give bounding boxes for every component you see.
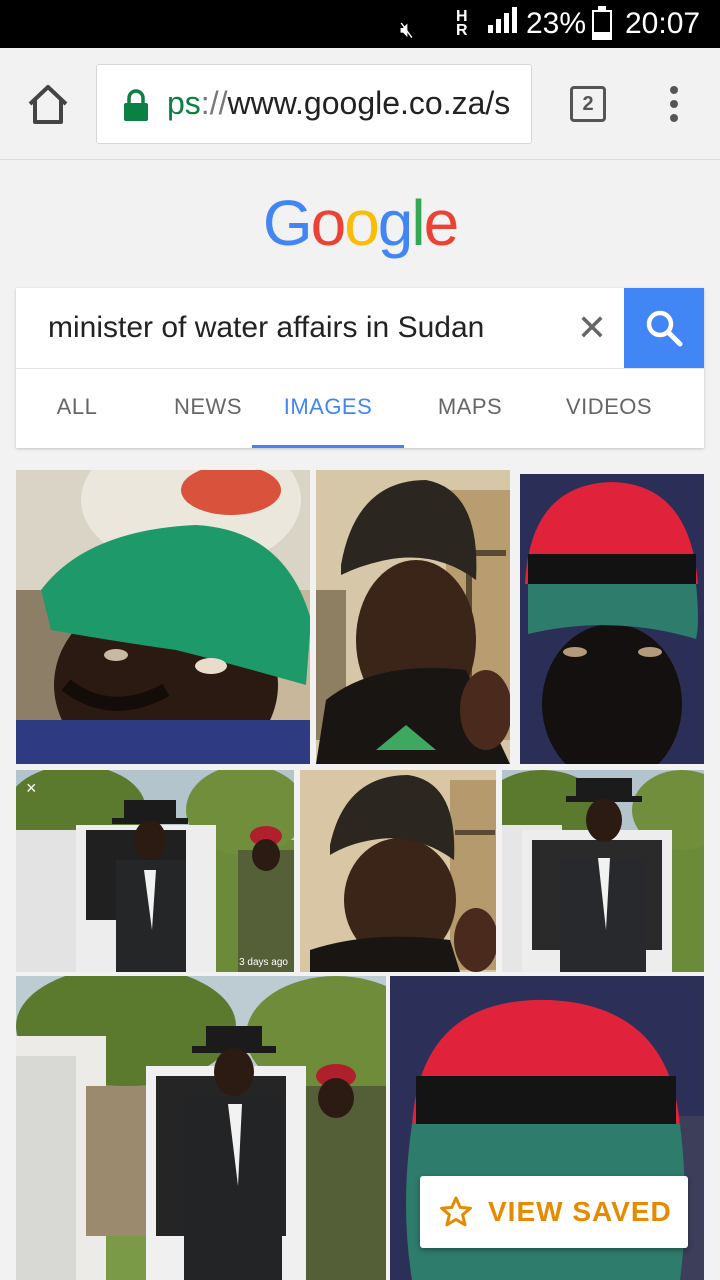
tab-videos[interactable]: VIDEOS: [552, 368, 666, 448]
search-input[interactable]: minister of water affairs in Sudan: [48, 308, 568, 348]
view-saved-button[interactable]: VIEW SAVED: [420, 1176, 688, 1248]
image-result[interactable]: [316, 470, 510, 764]
tab-switcher-button[interactable]: 2: [570, 86, 606, 122]
status-bar: 🔇︎ H R 23% 20:07: [0, 0, 720, 48]
logo-letter: o: [310, 187, 347, 259]
logo-letter: e: [423, 187, 460, 259]
logo-letter: g: [377, 187, 414, 259]
search-card: minister of water affairs in Sudan ✕ ALL…: [16, 288, 704, 448]
tab-maps[interactable]: MAPS: [416, 368, 524, 448]
url-host: www.google.co.za/s: [227, 85, 511, 121]
logo-letter: o: [344, 187, 380, 259]
lock-icon: [123, 89, 149, 121]
search-icon: [646, 310, 683, 347]
clear-search-icon[interactable]: ✕: [572, 310, 612, 346]
image-result[interactable]: [502, 770, 704, 972]
address-bar[interactable]: ps://www.google.co.za/s: [96, 64, 532, 144]
google-logo[interactable]: Google: [0, 186, 720, 260]
date-label: 3 days ago: [239, 957, 288, 968]
battery-icon: [592, 6, 612, 40]
search-button[interactable]: [624, 288, 704, 368]
view-saved-label: VIEW SAVED: [488, 1196, 672, 1227]
image-result[interactable]: [16, 470, 310, 764]
tab-all[interactable]: ALL: [24, 368, 130, 448]
overflow-menu-icon[interactable]: [660, 84, 688, 124]
url-scheme: ps: [167, 85, 201, 121]
image-result[interactable]: [520, 474, 704, 764]
url-text: ps://www.google.co.za/s: [167, 83, 510, 123]
signal-icon: [488, 6, 518, 42]
image-result[interactable]: [16, 976, 386, 1280]
network-type: H R: [456, 8, 468, 39]
mute-icon: 🔇︎: [400, 17, 414, 42]
close-icon[interactable]: ×: [26, 778, 37, 799]
star-icon: [440, 1196, 472, 1227]
battery-percent: 23%: [526, 7, 587, 40]
logo-letter: G: [262, 187, 313, 259]
image-result[interactable]: × 3 days ago: [16, 770, 294, 972]
tab-images[interactable]: IMAGES: [252, 368, 404, 448]
clock: 20:07: [625, 7, 701, 40]
home-icon[interactable]: [24, 82, 72, 126]
url-slashes: ://: [200, 85, 228, 121]
browser-toolbar: ps://www.google.co.za/s 2: [0, 48, 720, 160]
logo-letter: l: [411, 187, 425, 259]
search-tabs: ALL NEWS IMAGES MAPS VIDEOS: [16, 368, 704, 448]
image-result[interactable]: [300, 770, 496, 972]
